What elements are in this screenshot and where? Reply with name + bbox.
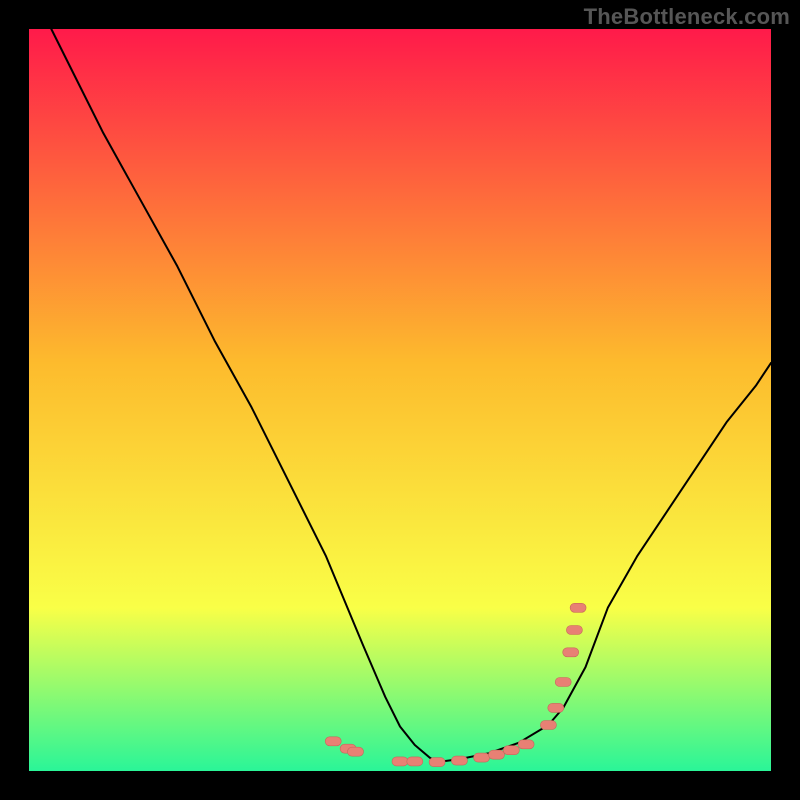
marker-point (570, 603, 586, 612)
gradient-panel (29, 29, 771, 771)
marker-point (348, 747, 364, 756)
watermark-text: TheBottleneck.com (584, 4, 790, 30)
marker-point (392, 757, 408, 766)
marker-point (451, 756, 467, 765)
marker-point (429, 758, 445, 767)
marker-point (540, 721, 556, 730)
marker-point (407, 757, 423, 766)
marker-point (566, 626, 582, 635)
chart-stage: TheBottleneck.com (0, 0, 800, 800)
marker-point (325, 737, 341, 746)
bottleneck-plot (0, 0, 800, 800)
marker-point (503, 746, 519, 755)
marker-point (555, 678, 571, 687)
marker-point (489, 750, 505, 759)
marker-point (474, 753, 490, 762)
marker-point (548, 703, 564, 712)
marker-point (518, 740, 534, 749)
marker-point (563, 648, 579, 657)
